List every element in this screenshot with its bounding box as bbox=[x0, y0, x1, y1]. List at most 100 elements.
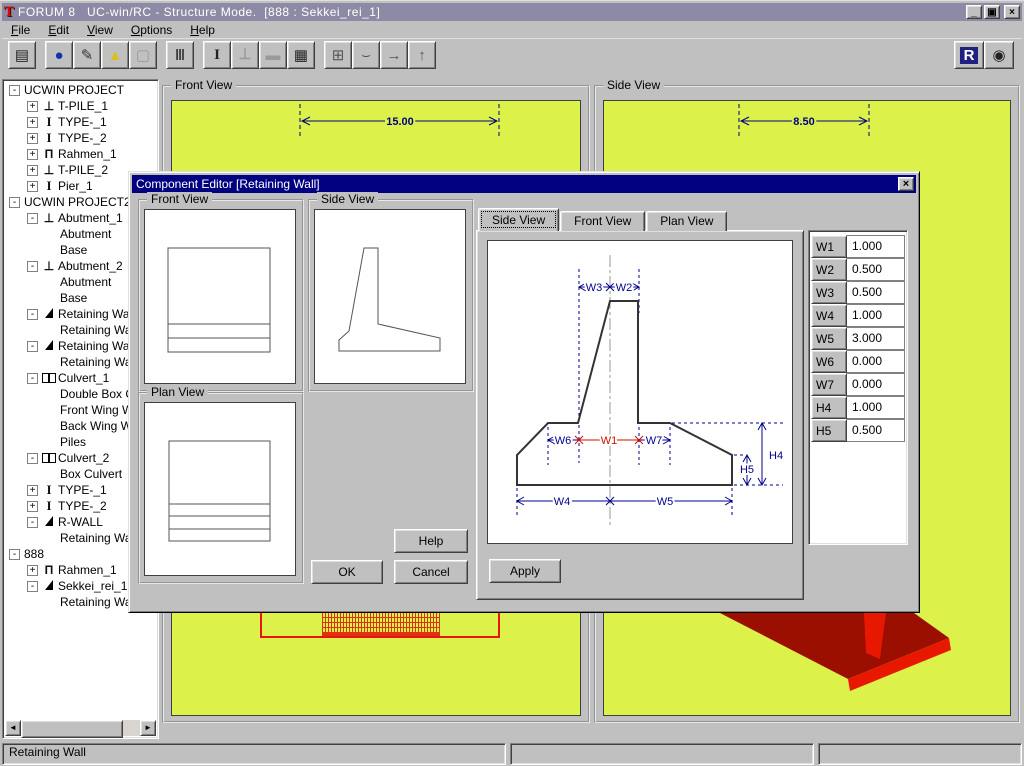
snapshot-camera-button[interactable]: ◉ bbox=[984, 41, 1014, 69]
menu-bar: FileEditViewOptionsHelp bbox=[2, 21, 1022, 39]
parameter-name-button[interactable]: W2 bbox=[811, 258, 847, 281]
parameter-name-button[interactable]: W7 bbox=[811, 373, 847, 396]
view-tab[interactable]: Plan View bbox=[646, 211, 727, 231]
retaining-wall-button[interactable]: ⌣ bbox=[352, 41, 380, 69]
tree-expander-icon[interactable]: - bbox=[27, 517, 38, 528]
tree-item-label: Retaining Wa bbox=[60, 323, 132, 337]
menu-item[interactable]: Options bbox=[122, 22, 181, 38]
dialog-plan-view-canvas bbox=[144, 402, 296, 576]
parameter-name-button[interactable]: W4 bbox=[811, 304, 847, 327]
report-edit-button[interactable]: ✎ bbox=[73, 41, 101, 69]
tree-node-icon: ⊥ bbox=[42, 211, 56, 225]
frame-model-button[interactable]: ▬ bbox=[259, 41, 287, 69]
parameter-value-cell[interactable]: 0.000 bbox=[847, 350, 905, 373]
tree-node-icon: ⊥ bbox=[42, 163, 56, 177]
close-button[interactable]: × bbox=[1004, 5, 1020, 19]
world-view-button[interactable]: ● bbox=[45, 41, 73, 69]
parameter-name-button[interactable]: H5 bbox=[811, 419, 847, 442]
tree-expander-icon[interactable]: + bbox=[27, 149, 38, 160]
dialog-front-view-canvas bbox=[144, 209, 296, 384]
dialog-side-view-canvas bbox=[314, 209, 466, 384]
tree-expander-icon[interactable]: + bbox=[27, 165, 38, 176]
t-beam-button[interactable]: I bbox=[203, 41, 231, 69]
parameter-name-button[interactable]: W5 bbox=[811, 327, 847, 350]
help-book-button[interactable]: R bbox=[954, 41, 984, 69]
tree-expander-icon[interactable]: + bbox=[27, 565, 38, 576]
tree-expander-icon[interactable]: - bbox=[27, 261, 38, 272]
scroll-left-arrow[interactable]: ◄ bbox=[5, 720, 21, 736]
tree-expander-icon[interactable]: - bbox=[9, 549, 20, 560]
parameter-value-cell[interactable]: 1.000 bbox=[847, 396, 905, 419]
tree-expander-icon[interactable]: + bbox=[27, 501, 38, 512]
toolbar-icon: Ⅲ bbox=[175, 48, 185, 63]
scroll-right-arrow[interactable]: ► bbox=[140, 720, 156, 736]
tree-expander-icon[interactable]: + bbox=[27, 485, 38, 496]
apply-button[interactable]: Apply bbox=[489, 559, 561, 583]
parameter-value-cell[interactable]: 0.000 bbox=[847, 373, 905, 396]
pier-column-button[interactable]: Ⅲ bbox=[166, 41, 194, 69]
parameter-value-cell[interactable]: 1.000 bbox=[847, 235, 905, 258]
tree-expander-icon[interactable]: - bbox=[27, 213, 38, 224]
help-button-label: Help bbox=[419, 534, 444, 548]
parameter-value-cell[interactable]: 1.000 bbox=[847, 304, 905, 327]
parameter-name-button[interactable]: H4 bbox=[811, 396, 847, 419]
tree-expander-icon[interactable]: + bbox=[27, 117, 38, 128]
tree-expander-icon[interactable]: - bbox=[27, 341, 38, 352]
parameter-value-cell[interactable]: 0.500 bbox=[847, 258, 905, 281]
tree-expander-icon[interactable]: - bbox=[27, 373, 38, 384]
pile-button[interactable]: ⊥ bbox=[231, 41, 259, 69]
menu-item[interactable]: Edit bbox=[39, 22, 78, 38]
minimize-button[interactable]: _ bbox=[966, 5, 982, 19]
menu-item[interactable]: File bbox=[2, 22, 39, 38]
dimension-diagram-canvas: W3 W2 W6 W7 W4 W5 H4 H5 W1 bbox=[487, 240, 793, 544]
tree-item[interactable]: + ⊥ T-PILE_1 bbox=[5, 98, 156, 114]
ok-button[interactable]: OK bbox=[311, 560, 383, 584]
dim-label-w3: W3 bbox=[586, 282, 603, 294]
ok-button-label: OK bbox=[338, 565, 355, 579]
tree-item[interactable]: + I TYPE-_1 bbox=[5, 114, 156, 130]
app-logo-icon: T bbox=[4, 4, 14, 21]
tree-expander-icon[interactable]: - bbox=[27, 581, 38, 592]
save-button[interactable]: ▤ bbox=[8, 41, 36, 69]
tree-expander-icon[interactable]: + bbox=[27, 133, 38, 144]
tree-expander-icon[interactable]: + bbox=[27, 181, 38, 192]
dialog-plan-view-title: Plan View bbox=[147, 385, 208, 399]
tree-item[interactable]: + I TYPE-_2 bbox=[5, 130, 156, 146]
menu-item[interactable]: View bbox=[78, 22, 122, 38]
culvert-button[interactable]: ⊞ bbox=[324, 41, 352, 69]
tree-item[interactable]: + Π Rahmen_1 bbox=[5, 146, 156, 162]
view-tab[interactable]: Front View bbox=[560, 211, 645, 231]
dialog-close-button[interactable]: × bbox=[898, 177, 914, 191]
tree-expander-icon[interactable]: - bbox=[27, 453, 38, 464]
export-arrow-button[interactable]: → bbox=[380, 41, 408, 69]
tree-expander-icon[interactable]: - bbox=[9, 197, 20, 208]
grid-button[interactable]: ▦ bbox=[287, 41, 315, 69]
tree-item[interactable]: - UCWIN PROJECT bbox=[5, 82, 156, 98]
parameter-name-button[interactable]: W6 bbox=[811, 350, 847, 373]
tree-expander-icon[interactable]: - bbox=[9, 85, 20, 96]
tree-expander-icon[interactable]: + bbox=[27, 101, 38, 112]
parameter-value-cell[interactable]: 3.000 bbox=[847, 327, 905, 350]
dim-label-w2: W2 bbox=[616, 282, 633, 294]
side-view-tab-panel: W3 W2 W6 W7 W4 W5 H4 H5 W1 Apply bbox=[476, 230, 804, 600]
tree-expander-icon[interactable]: - bbox=[27, 309, 38, 320]
parameter-value-cell[interactable]: 0.500 bbox=[847, 419, 905, 442]
parameter-name-button[interactable]: W3 bbox=[811, 281, 847, 304]
tree-item-label: TYPE-_2 bbox=[58, 499, 107, 513]
toolbar-icon: ▢ bbox=[136, 48, 150, 63]
document-view-button[interactable]: ▲ bbox=[101, 41, 129, 69]
parameter-value-cell[interactable]: 0.500 bbox=[847, 281, 905, 304]
cancel-button[interactable]: Cancel bbox=[394, 560, 468, 584]
toolbar-icon: ▤ bbox=[15, 48, 29, 63]
help-button[interactable]: Help bbox=[394, 529, 468, 553]
view-tab[interactable]: Side View bbox=[478, 208, 559, 231]
restore-button[interactable]: ▣ bbox=[984, 5, 1000, 19]
tree-item-label: UCWIN PROJECT bbox=[24, 83, 124, 97]
menu-item[interactable]: Help bbox=[181, 22, 224, 38]
scrollbar-thumb[interactable] bbox=[21, 720, 123, 738]
selection-button[interactable]: ▢ bbox=[129, 41, 157, 69]
import-arrow-button[interactable]: ↑ bbox=[408, 41, 436, 69]
parameter-name-button[interactable]: W1 bbox=[811, 235, 847, 258]
scrollbar-track[interactable] bbox=[123, 720, 140, 736]
front-structure-hatch bbox=[322, 611, 440, 636]
